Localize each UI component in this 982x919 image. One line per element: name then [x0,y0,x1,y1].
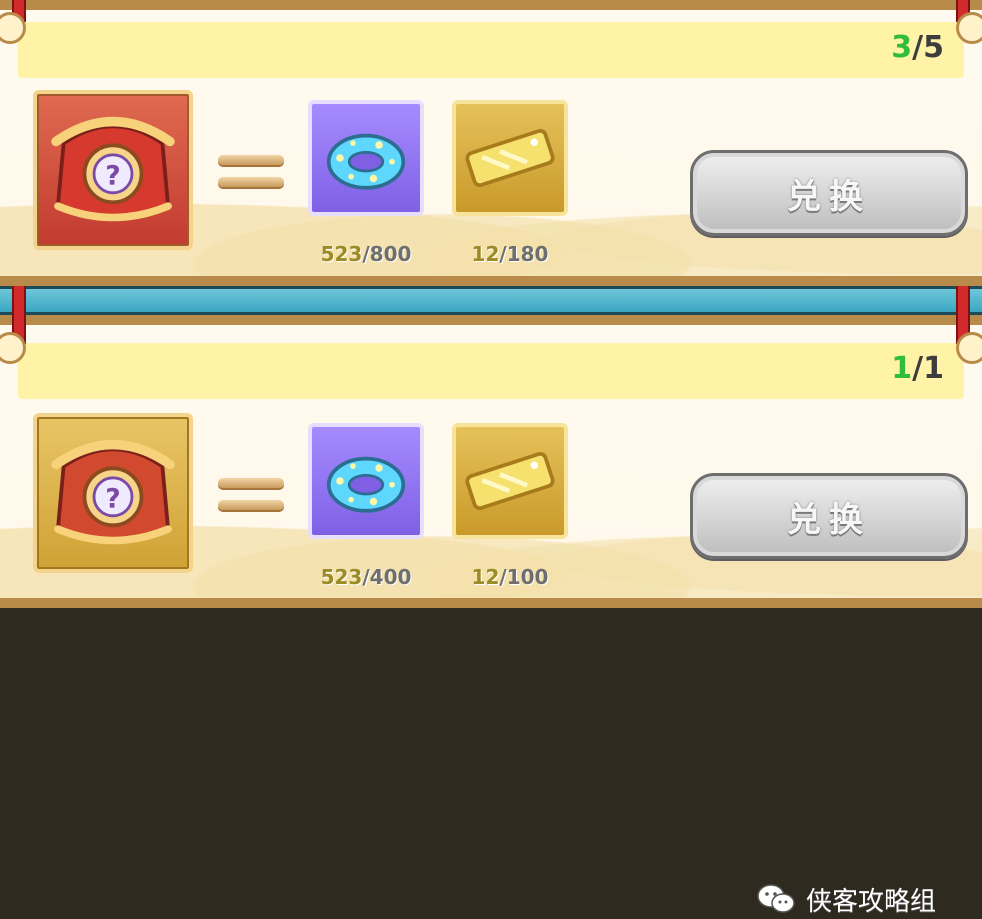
watermark-text: 侠客攻略组 [806,886,937,917]
pin-decoration [956,332,982,364]
cost-quantity: 12/180 [440,242,580,266]
svg-text:?: ? [105,483,120,514]
required-amount: /400 [362,565,412,589]
swim-ring-icon [326,133,406,190]
mystery-chest-gold-icon: ? [51,439,175,545]
exchange-button[interactable]: 兑换 [690,473,968,559]
mystery-chest-red-icon: ? [51,116,175,222]
progress-bar: 3/5 [18,22,964,78]
cost-item-golden-ticket[interactable] [452,100,568,216]
svg-text:?: ? [105,160,120,191]
exchange-button-label: 兑换 [787,499,871,540]
required-amount: /800 [362,242,412,266]
exchange-button[interactable]: 兑换 [690,150,968,236]
owned-amount: 12 [471,242,500,266]
progress-bar: 1/1 [18,343,964,399]
exchange-row: 3/5 ? 523/800 12/180 兑换 [0,0,982,286]
cost-item-swim-ring[interactable] [308,423,424,539]
required-amount: /180 [499,242,549,266]
cost-quantity: 523/800 [296,242,436,266]
cost-item-golden-ticket[interactable] [452,423,568,539]
row-divider [0,286,982,315]
reward-item[interactable]: ? [33,413,193,573]
required-amount: /100 [499,565,549,589]
exchange-row: 1/1 ? 523/400 12/100 兑换 侠客攻略组 [0,315,982,917]
cost-quantity: 523/400 [296,565,436,589]
watermark: 侠客攻略组 [756,879,936,919]
golden-ticket-icon [465,451,555,511]
progress-total: /5 [912,30,944,65]
progress-total: /1 [912,351,944,386]
progress-have: 3 [891,30,913,65]
owned-amount: 523 [320,565,363,589]
swim-ring-icon [326,456,406,513]
exchange-progress: 1/1 [891,351,944,386]
reward-item[interactable]: ? [33,90,193,250]
exchange-screen: 3/5 ? 523/800 12/180 兑换 1/1 ? 523/400 12… [0,0,982,917]
golden-ticket-icon [465,128,555,188]
cost-quantity: 12/100 [440,565,580,589]
exchange-progress: 3/5 [891,30,944,65]
owned-amount: 523 [320,242,363,266]
equals-sign [218,478,284,522]
owned-amount: 12 [471,565,500,589]
progress-have: 1 [891,351,913,386]
equals-sign [218,155,284,199]
exchange-button-label: 兑换 [787,176,871,217]
cost-item-swim-ring[interactable] [308,100,424,216]
pin-decoration [956,12,982,44]
wechat-icon [757,884,795,913]
